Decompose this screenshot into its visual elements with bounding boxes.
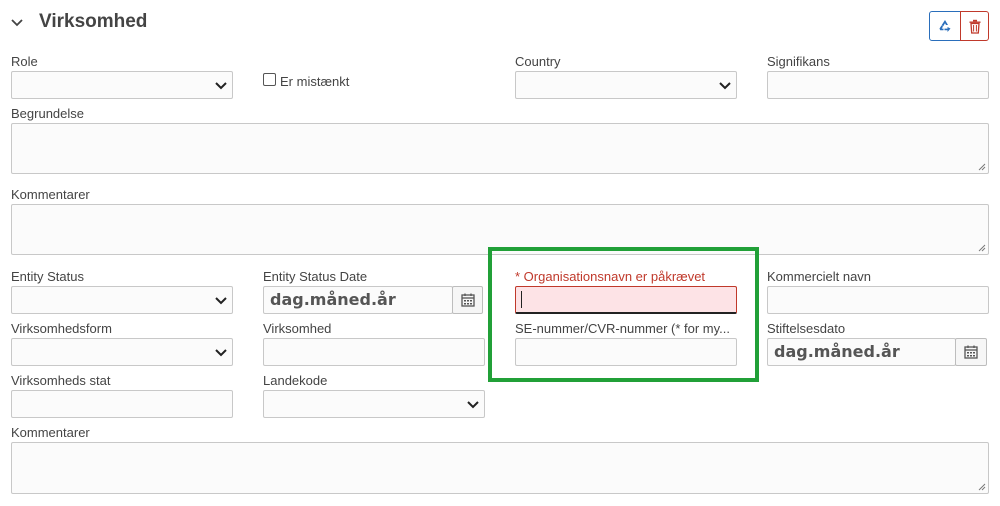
founding-date-label: Stiftelsesdato	[767, 321, 846, 336]
chevron-down-icon	[215, 82, 227, 90]
highlight-box	[488, 247, 759, 382]
recycle-button[interactable]	[929, 11, 961, 41]
resize-grip-icon[interactable]	[978, 163, 986, 171]
founding-date-calendar-button[interactable]	[955, 338, 987, 366]
entity-status-label: Entity Status	[11, 269, 84, 284]
chevron-down-icon	[719, 82, 731, 90]
role-select[interactable]	[11, 71, 233, 99]
country-code-select[interactable]	[263, 390, 485, 418]
commercial-name-label: Kommercielt navn	[767, 269, 872, 284]
significance-label: Signifikans	[767, 54, 830, 69]
founding-date-input[interactable]: dag.måned.år	[767, 338, 956, 366]
company-form-label: Virksomhedsform	[11, 321, 112, 336]
section-title: Virksomhed	[39, 11, 148, 32]
entity-status-date-label: Entity Status Date	[263, 269, 368, 284]
company-input[interactable]	[263, 338, 485, 366]
country-label: Country	[515, 54, 561, 69]
delete-button[interactable]	[960, 11, 989, 41]
reasoning-label: Begrundelse	[11, 106, 84, 121]
entity-status-date-placeholder: dag.måned.år	[270, 290, 396, 309]
suspect-checkbox[interactable]	[263, 73, 276, 86]
trash-icon	[969, 19, 980, 34]
founding-date-placeholder: dag.måned.år	[774, 342, 900, 361]
resize-grip-icon[interactable]	[978, 483, 986, 491]
recycle-icon	[939, 20, 951, 32]
chevron-down-icon	[215, 297, 227, 305]
calendar-icon	[964, 345, 978, 359]
collapse-chevron-icon[interactable]	[10, 16, 24, 30]
company-state-label: Virksomheds stat	[11, 373, 111, 388]
chevron-down-icon	[215, 349, 227, 357]
commercial-name-input[interactable]	[767, 286, 989, 314]
country-select[interactable]	[515, 71, 737, 99]
country-code-label: Landekode	[263, 373, 328, 388]
comments2-textarea[interactable]	[11, 442, 989, 494]
calendar-icon	[460, 293, 475, 307]
suspect-label: Er mistænkt	[280, 74, 350, 89]
entity-status-date-input[interactable]: dag.måned.år	[263, 286, 453, 314]
entity-status-select[interactable]	[11, 286, 233, 314]
chevron-down-icon	[467, 401, 479, 409]
comments1-label: Kommentarer	[11, 187, 90, 202]
significance-input[interactable]	[767, 71, 989, 99]
company-state-input[interactable]	[11, 390, 233, 418]
reasoning-textarea[interactable]	[11, 123, 989, 174]
company-form-select[interactable]	[11, 338, 233, 366]
role-label: Role	[11, 54, 38, 69]
company-label: Virksomhed	[263, 321, 332, 336]
resize-grip-icon[interactable]	[978, 244, 986, 252]
entity-status-date-calendar-button[interactable]	[452, 286, 483, 314]
comments2-label: Kommentarer	[11, 425, 90, 440]
